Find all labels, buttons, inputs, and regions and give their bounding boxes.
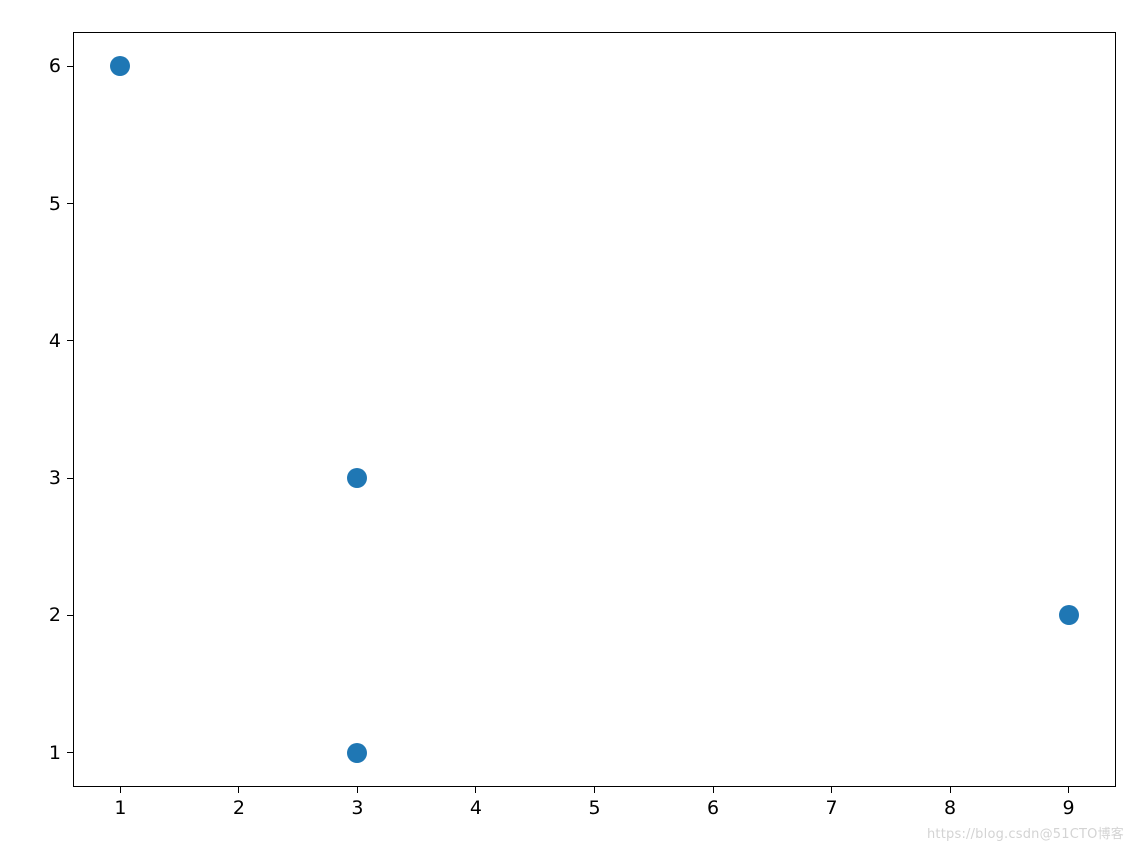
chart-container: 1 2 3 4 5 6 7 8 9 1 2 3 4 5 6 https://blog.csdn@51CTO博… [0,0,1142,854]
x-tick-label: 4 [470,797,482,819]
y-tick-mark [67,66,73,67]
x-tick-label: 1 [114,797,126,819]
x-tick-label: 2 [233,797,245,819]
x-tick-mark [357,787,358,793]
plot-area [73,32,1116,787]
y-tick-mark [67,615,73,616]
x-tick-label: 9 [1063,797,1075,819]
y-tick-label: 6 [49,55,61,77]
x-tick-label: 3 [351,797,363,819]
x-tick-label: 5 [588,797,600,819]
y-tick-mark [67,203,73,204]
data-point [1059,605,1079,625]
y-tick-mark [67,340,73,341]
y-tick-mark [67,752,73,753]
x-tick-label: 8 [944,797,956,819]
x-tick-mark [950,787,951,793]
x-tick-mark [831,787,832,793]
y-tick-label: 5 [49,193,61,215]
x-tick-mark [1068,787,1069,793]
y-tick-label: 2 [49,604,61,626]
x-tick-label: 6 [707,797,719,819]
x-tick-mark [475,787,476,793]
data-point [110,56,130,76]
x-tick-label: 7 [825,797,837,819]
y-tick-label: 4 [49,330,61,352]
x-tick-mark [238,787,239,793]
y-tick-label: 1 [49,742,61,764]
data-point [347,468,367,488]
y-tick-mark [67,478,73,479]
y-tick-label: 3 [49,467,61,489]
watermark-text: https://blog.csdn@51CTO博客 [927,823,1124,842]
data-point [347,743,367,763]
x-tick-mark [713,787,714,793]
x-tick-mark [120,787,121,793]
x-tick-mark [594,787,595,793]
